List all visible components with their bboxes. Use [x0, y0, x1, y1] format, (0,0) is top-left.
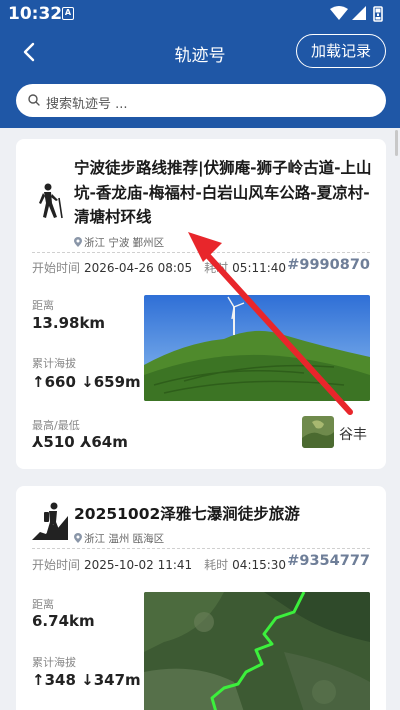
time-meta: 开始时间 2025-10-02 11:41 耗时 04:15:30: [32, 556, 286, 573]
start-label: 开始时间: [32, 261, 81, 275]
start-label: 开始时间: [32, 558, 81, 572]
hilo-value: ⅄510 ⅄64m: [32, 433, 128, 451]
status-time: 10:32: [8, 4, 63, 24]
time-meta: 开始时间 2026-04-26 08:05 耗时 05:11:40: [32, 259, 286, 276]
tea-hill-photo: [144, 295, 370, 401]
divider: [32, 252, 370, 253]
status-bar: 10:32 A: [0, 0, 400, 28]
elevation-value: ↑660 ↓659m: [32, 373, 141, 391]
elevation-value: ↑348 ↓347m: [32, 671, 141, 689]
track-id: #9990870: [287, 257, 370, 273]
location-pin-icon: [74, 237, 82, 247]
route-map[interactable]: [144, 592, 370, 710]
satellite-map: [144, 592, 370, 710]
elevation-label: 累计海拔: [32, 357, 76, 370]
start-time: 2026-04-26 08:05: [84, 261, 193, 275]
avatar-image: [302, 416, 334, 448]
elevation-label: 累计海拔: [32, 656, 76, 669]
header-background: 10:32 A 轨迹号 加载记录 搜索轨迹号 ...: [0, 0, 400, 128]
search-input[interactable]: 搜索轨迹号 ...: [16, 84, 386, 117]
search-icon: [28, 94, 40, 106]
location-text: 浙江 温州 瓯海区: [84, 533, 165, 545]
distance-value: 13.98km: [32, 314, 106, 332]
search-placeholder: 搜索轨迹号 ...: [46, 97, 128, 112]
track-card[interactable]: 20251002泽雅七瀑涧徒步旅游 浙江 温州 瓯海区 开始时间 2025-10-…: [16, 486, 386, 710]
route-photo[interactable]: [144, 295, 370, 401]
status-icons: [330, 6, 383, 22]
location-pin-icon: [74, 533, 82, 543]
elevation-down: ↓659m: [81, 373, 141, 391]
load-records-button[interactable]: 加载记录: [295, 34, 386, 68]
distance-label: 距离: [32, 299, 54, 312]
location: 浙江 宁波 鄞州区: [74, 235, 164, 250]
location: 浙江 温州 瓯海区: [74, 531, 164, 546]
duration: 05:11:40: [232, 261, 287, 275]
notification-a-icon: A: [62, 7, 74, 20]
duration-label: 耗时: [204, 558, 229, 572]
signal-icon: [352, 6, 366, 20]
climber-icon: [32, 502, 68, 540]
hiker-icon: [39, 183, 63, 219]
route-title: 20251002泽雅七瀑涧徒步旅游: [74, 505, 300, 523]
scrollbar[interactable]: [395, 130, 398, 156]
low-value: ⅄64m: [79, 433, 128, 451]
divider: [32, 548, 370, 549]
elevation-down: ↓347m: [81, 671, 141, 689]
duration-label: 耗时: [204, 261, 229, 275]
elevation-up: ↑660: [32, 373, 76, 391]
distance-value: 6.74km: [32, 612, 95, 630]
user-name[interactable]: 谷丰: [339, 424, 367, 444]
app-bar: 轨迹号 加载记录: [0, 32, 400, 72]
duration: 04:15:30: [232, 558, 287, 572]
track-card[interactable]: 宁波徒步路线推荐|伏狮庵-狮子岭古道-上山坑-香龙庙-梅福村-白岩山风车公路-夏…: [16, 139, 386, 469]
elevation-up: ↑348: [32, 671, 76, 689]
start-time: 2025-10-02 11:41: [84, 558, 193, 572]
hilo-label: 最高/最低: [32, 419, 80, 432]
wifi-icon: [330, 6, 348, 20]
track-id: #9354777: [287, 553, 370, 569]
distance-label: 距离: [32, 598, 54, 611]
location-text: 浙江 宁波 鄞州区: [84, 237, 165, 249]
user-avatar[interactable]: [302, 416, 334, 448]
high-value: ⅄510: [32, 433, 75, 451]
route-title: 宁波徒步路线推荐|伏狮庵-狮子岭古道-上山坑-香龙庙-梅福村-白岩山风车公路-夏…: [74, 159, 372, 226]
